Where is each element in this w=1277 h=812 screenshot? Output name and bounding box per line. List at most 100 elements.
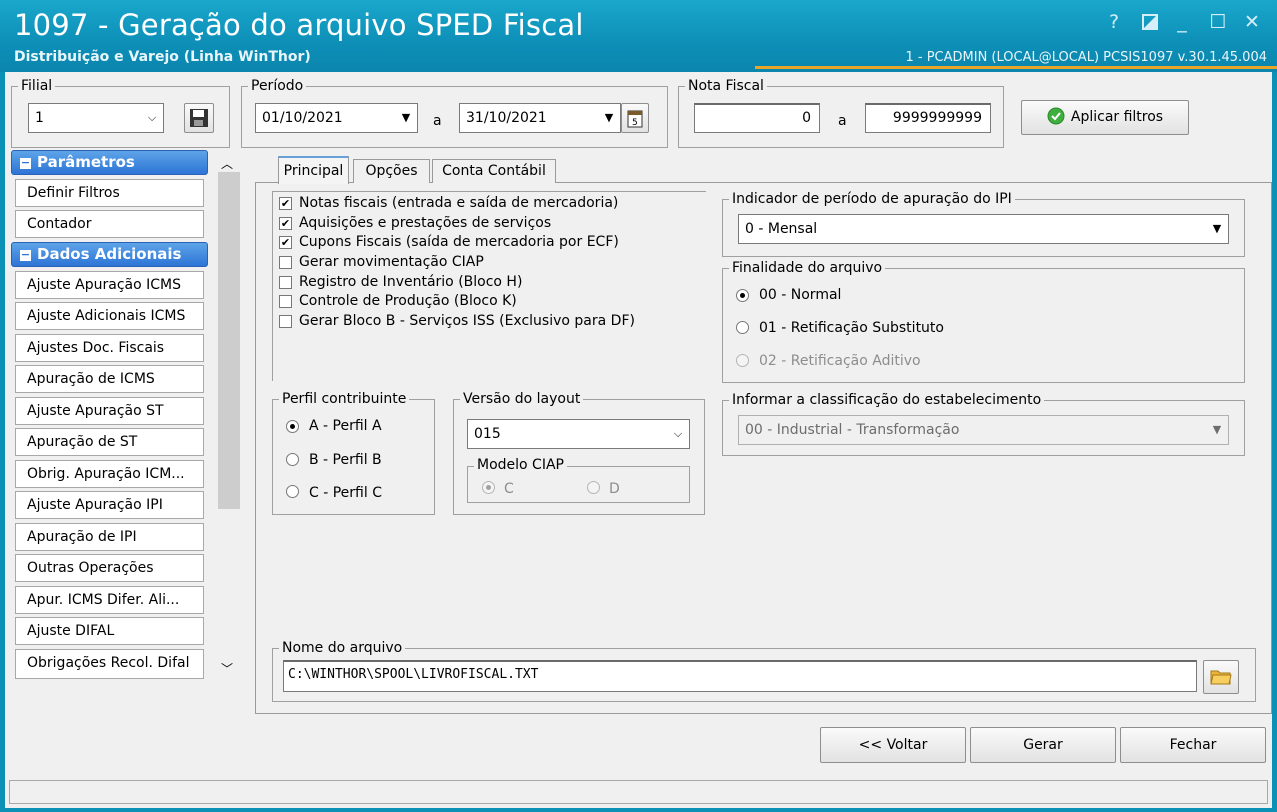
sidebar-item[interactable]: Apuração de ICMS (15, 365, 204, 393)
sidebar-item[interactable]: Obrig. Apuração ICM... (15, 460, 204, 488)
radio-retificacao-substituto[interactable] (736, 321, 749, 334)
calendar-icon: 5 (627, 110, 643, 128)
dropdown-arrow-icon: ▼ (1212, 423, 1222, 436)
sidebar-item[interactable]: Ajuste Apuração ST (15, 397, 204, 425)
classificacao-label: Informar a classificação do estabelecime… (729, 392, 1045, 408)
generate-button[interactable]: Gerar (970, 727, 1116, 763)
apply-filters-button[interactable]: Aplicar filtros (1021, 100, 1189, 135)
nota-separator: a (838, 113, 847, 129)
date-to-field[interactable]: 31/10/2021 ▼ (459, 103, 621, 133)
radio-perfil-b[interactable] (286, 453, 299, 466)
ipi-label: Indicador de período de apuração do IPI (729, 191, 1015, 207)
sidebar-item[interactable]: Ajuste DIFAL (15, 617, 204, 645)
dropdown-arrow-icon[interactable]: ▼ (395, 104, 417, 132)
back-button[interactable]: << Voltar (820, 727, 966, 763)
save-button[interactable] (184, 103, 214, 133)
radio-label[interactable]: 00 - Normal (759, 287, 841, 303)
dropdown-arrow-icon: ▼ (1212, 222, 1222, 235)
chevron-down-icon: ⌵ (673, 427, 683, 440)
scroll-up-icon[interactable]: ︿ (221, 155, 233, 172)
calendar-button[interactable]: 5 (621, 103, 649, 133)
minimize-icon[interactable]: _ (1170, 10, 1194, 34)
tab-principal[interactable]: Principal (278, 156, 349, 184)
sidebar-header-label: Dados Adicionais (37, 245, 182, 263)
title-accent-line (755, 66, 1277, 69)
radio-ciap-d (587, 481, 600, 494)
periodo-label: Período (248, 78, 307, 94)
checkbox-label[interactable]: Notas fiscais (entrada e saída de mercad… (299, 195, 618, 211)
checkbox-label[interactable]: Cupons Fiscais (saída de mercadoria por … (299, 234, 619, 250)
window-subtitle: Distribuição e Varejo (Linha WinThor) (14, 49, 311, 65)
sidebar-item-definir-filtros[interactable]: Definir Filtros (15, 179, 204, 207)
tab-opcoes[interactable]: Opções (353, 159, 430, 183)
checkbox-label[interactable]: Gerar movimentação CIAP (299, 254, 484, 270)
nota-to-field[interactable]: 9999999999 (865, 103, 991, 133)
sidebar-item[interactable]: Ajuste Apuração ICMS (15, 271, 204, 299)
filial-select[interactable]: 1 ⌵ (28, 103, 164, 133)
checkbox-label[interactable]: Gerar Bloco B - Serviços ISS (Exclusivo … (299, 313, 635, 329)
collapse-icon: − (20, 248, 31, 261)
checkbox-label[interactable]: Registro de Inventário (Bloco H) (299, 274, 522, 290)
nota-fiscal-label: Nota Fiscal (685, 78, 767, 94)
radio-label: C (504, 481, 514, 497)
period-separator: a (433, 113, 442, 129)
ipi-select[interactable]: 0 - Mensal ▼ (738, 214, 1229, 244)
radio-perfil-a[interactable] (286, 420, 299, 433)
perfil-label: Perfil contribuinte (279, 391, 410, 407)
browse-button[interactable] (1203, 660, 1239, 694)
help-icon[interactable]: ? (1102, 10, 1126, 34)
date-from-value: 01/10/2021 (262, 110, 343, 126)
sidebar-item[interactable]: Apuração de ST (15, 428, 204, 456)
window-title: 1097 - Geração do arquivo SPED Fiscal (14, 8, 584, 42)
apply-filters-label: Aplicar filtros (1070, 109, 1164, 125)
arquivo-path-field[interactable]: C:\WINTHOR\SPOOL\LIVROFISCAL.TXT (283, 660, 1197, 692)
radio-label[interactable]: 01 - Retificação Substituto (759, 320, 944, 336)
checkbox[interactable]: ✔ (279, 197, 292, 210)
close-button[interactable]: Fechar (1120, 727, 1266, 763)
radio-retificacao-aditivo (736, 354, 749, 367)
sidebar-header-dados-adicionais[interactable]: − Dados Adicionais (11, 242, 208, 267)
classificacao-select: 00 - Industrial - Transformação ▼ (738, 415, 1229, 445)
close-icon[interactable]: ✕ (1240, 10, 1264, 34)
nota-from-field[interactable]: 0 (694, 103, 820, 133)
dropdown-arrow-icon[interactable]: ▼ (598, 104, 620, 132)
sidebar-item[interactable]: Ajustes Doc. Fiscais (15, 334, 204, 362)
sidebar-header-parametros[interactable]: − Parâmetros (11, 150, 208, 175)
arquivo-label: Nome do arquivo (279, 640, 406, 656)
ipi-value: 0 - Mensal (745, 221, 818, 237)
checkbox[interactable] (279, 315, 292, 328)
status-bar (9, 780, 1268, 804)
checkbox[interactable]: ✔ (279, 236, 292, 249)
checkbox[interactable] (279, 276, 292, 289)
checkbox-label[interactable]: Aquisições e prestações de serviços (299, 215, 551, 231)
sidebar-item[interactable]: Ajuste Adicionais ICMS (15, 302, 204, 330)
radio-label[interactable]: C - Perfil C (309, 485, 382, 501)
date-to-value: 31/10/2021 (466, 110, 547, 126)
versao-select[interactable]: 015 ⌵ (467, 419, 690, 449)
checkbox[interactable] (279, 295, 292, 308)
restore-icon[interactable] (1138, 10, 1162, 34)
checkbox-label[interactable]: Controle de Produção (Bloco K) (299, 293, 517, 309)
tab-conta-contabil[interactable]: Conta Contábil (432, 159, 556, 183)
radio-label[interactable]: B - Perfil B (309, 452, 382, 468)
sidebar-item[interactable]: Ajuste Apuração IPI (15, 491, 204, 519)
sidebar-item[interactable]: Obrigações Recol. Difal (15, 649, 204, 679)
radio-perfil-c[interactable] (286, 485, 299, 498)
svg-text:5: 5 (632, 118, 638, 128)
radio-normal[interactable] (736, 289, 749, 302)
check-circle-icon (1047, 107, 1065, 125)
radio-ciap-c (482, 481, 495, 494)
checkbox[interactable]: ✔ (279, 217, 292, 230)
finalidade-label: Finalidade do arquivo (729, 260, 886, 276)
sidebar-item-contador[interactable]: Contador (15, 210, 204, 238)
maximize-icon[interactable]: ☐ (1206, 10, 1230, 34)
scrollbar-thumb[interactable] (218, 172, 240, 509)
date-from-field[interactable]: 01/10/2021 ▼ (255, 103, 418, 133)
sidebar-item[interactable]: Apur. ICMS Difer. Ali... (15, 586, 204, 614)
sidebar-item[interactable]: Apuração de IPI (15, 523, 204, 551)
radio-label[interactable]: A - Perfil A (309, 418, 382, 434)
scroll-down-icon[interactable]: ﹀ (221, 660, 233, 677)
sidebar-item[interactable]: Outras Operações (15, 554, 204, 582)
checkbox[interactable] (279, 256, 292, 269)
filial-label: Filial (18, 78, 56, 94)
